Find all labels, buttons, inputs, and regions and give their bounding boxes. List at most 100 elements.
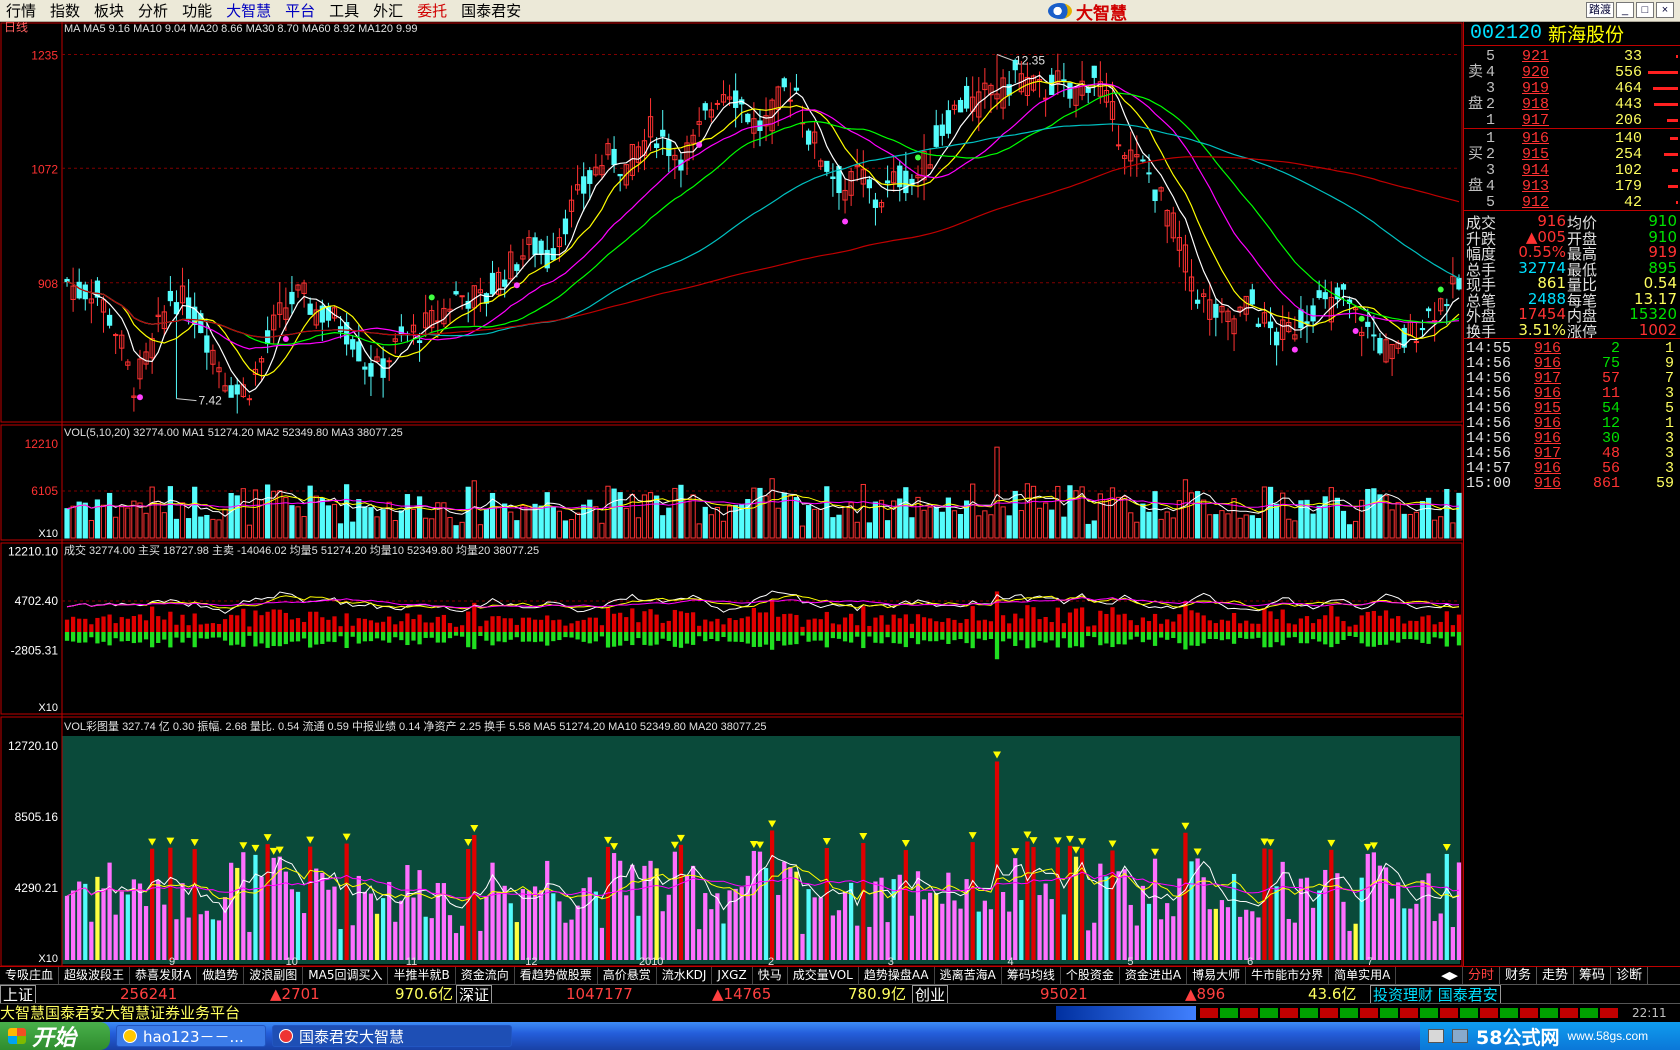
volume-bar <box>581 504 587 539</box>
buy-bar <box>1219 619 1225 632</box>
panel-tab-3[interactable]: 筹码 <box>1574 967 1612 984</box>
sell-bar <box>830 632 836 639</box>
indicator-tab-20[interactable]: 牛市能市分界 <box>1246 967 1330 984</box>
menu-item-4[interactable]: 功能 <box>176 0 220 21</box>
menu-item-3[interactable]: 分析 <box>132 0 176 21</box>
candle-body <box>1340 284 1347 290</box>
colored-volume-bar <box>1256 917 1261 960</box>
indicator-tab-8[interactable]: 看趋势做股票 <box>515 967 598 984</box>
candle-body <box>246 398 253 401</box>
panel-tab-4[interactable]: 诊断 <box>1611 967 1649 984</box>
bid-row-1[interactable]: 2 915 254 <box>1464 146 1680 163</box>
quote-row: 幅度 0.55% 最高 919 <box>1464 243 1680 263</box>
signal-dot <box>1358 315 1365 322</box>
colored-volume-bar <box>1000 891 1006 960</box>
indicator-tab-11[interactable]: JXGZ <box>712 967 753 984</box>
candle-body <box>514 264 520 271</box>
indicator-tab-7[interactable]: 资金流向 <box>456 967 515 984</box>
keyboard-icon[interactable] <box>1428 1029 1444 1043</box>
colored-volume-bar <box>624 895 629 960</box>
indicator-tab-5[interactable]: MA5回调买入 <box>303 967 389 984</box>
ticker-change-sh: ▲2701 <box>270 985 320 1003</box>
sell-bar <box>545 632 550 646</box>
menu-item-7[interactable]: 工具 <box>323 0 367 21</box>
colored-volume-bar <box>666 894 671 960</box>
menu-item-10[interactable]: 国泰君安 <box>455 0 529 21</box>
buy-bar <box>952 619 957 632</box>
window-mode-button[interactable]: 踏渡 <box>1586 2 1614 18</box>
panel-tab-1[interactable]: 财务 <box>1500 967 1538 984</box>
indicator-tab-1[interactable]: 超级波段王 <box>59 967 131 984</box>
indicator-tab-6[interactable]: 半推半就B <box>388 967 456 984</box>
colored-volume-bar <box>338 929 343 960</box>
ask-row-2[interactable]: 3 919 464 <box>1464 80 1680 97</box>
bid-row-0[interactable]: 1 916 140 <box>1464 130 1680 147</box>
menu-item-2[interactable]: 板块 <box>88 0 132 21</box>
volume-bar <box>1419 500 1426 539</box>
indicator-tab-15[interactable]: 逃离苦海A <box>935 967 1002 984</box>
indicator-tab-4[interactable]: 波浪副图 <box>244 967 304 984</box>
volume: 464 <box>1614 80 1642 97</box>
sell-bar <box>1444 632 1449 647</box>
bid-row-4[interactable]: 5 912 42 <box>1464 194 1680 211</box>
colored-volume-bar <box>1238 916 1243 960</box>
candle-body <box>532 237 538 255</box>
menu-item-9[interactable]: 委托 <box>411 0 455 21</box>
indicator-tab-10[interactable]: 流水KDJ <box>657 967 713 984</box>
colored-volume-bar <box>1396 882 1401 960</box>
sell-bar <box>915 632 921 645</box>
task-browser[interactable]: hao123－－... <box>116 1025 266 1047</box>
panel-tab-2[interactable]: 走势 <box>1537 967 1575 984</box>
indicator-tab-18[interactable]: 资金进出A <box>1120 967 1188 984</box>
network-icon[interactable] <box>1452 1029 1468 1043</box>
indicator-tab-21[interactable]: 简单实用A <box>1329 967 1397 984</box>
menu-item-6[interactable]: 平台 <box>279 0 323 21</box>
close-button[interactable]: × <box>1656 2 1674 18</box>
colored-volume-bar <box>697 929 702 960</box>
indicator-tab-13[interactable]: 成交量VOL <box>788 967 859 984</box>
indicator-tab-16[interactable]: 筹码均线 <box>1002 967 1061 984</box>
indicator-tab-9[interactable]: 高价悬赏 <box>598 967 657 984</box>
task-dzh[interactable]: 国泰君安大智慧 <box>272 1025 512 1047</box>
level: 2 <box>1486 96 1496 113</box>
colored-volume-bar <box>1262 848 1267 960</box>
menu-item-5[interactable]: 大智慧 <box>220 0 279 21</box>
indicator-tab-3[interactable]: 做趋势 <box>197 967 245 984</box>
menu-item-0[interactable]: 行情 <box>0 0 44 21</box>
start-button[interactable]: 开始 <box>0 1022 110 1050</box>
volume-bar <box>836 514 842 539</box>
indicator-tab-0[interactable]: 专吸庄血 <box>0 967 60 984</box>
depth-bar <box>1676 201 1678 204</box>
bid-row-2[interactable]: 3 914 102 <box>1464 162 1680 179</box>
bid-row-3[interactable]: 4 913 179 <box>1464 178 1680 195</box>
colored-volume-bar <box>1007 911 1012 960</box>
ask-row-4[interactable]: 1 917 206 <box>1464 112 1680 129</box>
menu-item-1[interactable]: 指数 <box>44 0 88 21</box>
indicator-tab-12[interactable]: 快马 <box>753 967 788 984</box>
indicator-tab-14[interactable]: 趋势操盘AA <box>859 967 935 984</box>
minimize-button[interactable]: _ <box>1616 2 1634 18</box>
volume-bar <box>1444 488 1450 539</box>
chart-area[interactable]: 12351072908日线 MA MA5 9.16 MA10 9.04 MA20 … <box>0 22 1463 966</box>
colored-volume-bar <box>241 852 246 960</box>
indicator-tab-2[interactable]: 恭喜发财A <box>130 967 198 984</box>
sell-bar <box>435 632 440 643</box>
indicator-tab-17[interactable]: 个股资金 <box>1061 967 1120 984</box>
sell-bar <box>162 632 167 640</box>
candle-body <box>386 360 392 363</box>
quote-divider <box>1464 210 1680 211</box>
sell-side-label: 盘 <box>1468 94 1484 112</box>
panel-tab-0[interactable]: 分时 <box>1463 967 1501 984</box>
colored-volume-bar <box>709 909 714 960</box>
buy-bar <box>222 619 228 632</box>
buy-bar <box>1055 607 1060 632</box>
buy-bar <box>204 623 209 632</box>
buy-bar <box>654 614 659 632</box>
indicator-tab-19[interactable]: 博易大师 <box>1187 967 1247 984</box>
maximize-button[interactable]: □ <box>1636 2 1654 18</box>
ask-row-0[interactable]: 5 921 33 <box>1464 48 1680 65</box>
tab-scroll-arrows-icon[interactable]: ◀▶ <box>1437 967 1463 984</box>
menu-item-8[interactable]: 外汇 <box>367 0 411 21</box>
buy-bar <box>1317 619 1322 632</box>
ask-row-3[interactable]: 2 918 443 <box>1464 96 1680 113</box>
